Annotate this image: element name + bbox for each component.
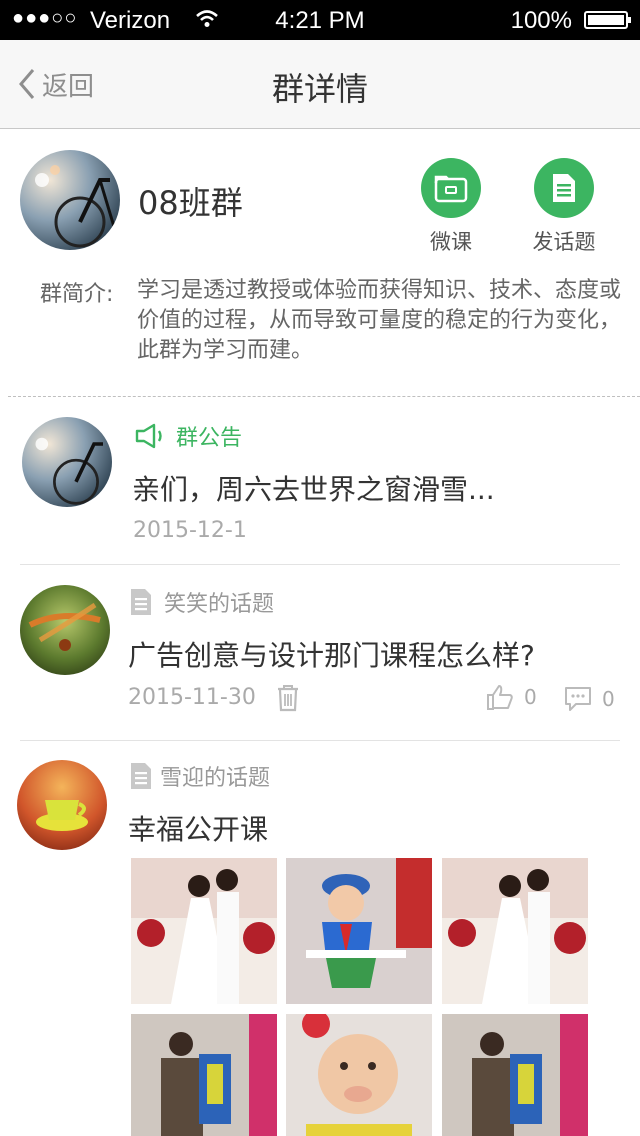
announcement-avatar bbox=[22, 417, 112, 507]
topic-tag: 雪迎的话题 bbox=[130, 760, 270, 792]
topic-date: 2015-11-30 bbox=[128, 685, 256, 710]
divider bbox=[8, 396, 640, 397]
micro-lesson-button[interactable]: 微课 bbox=[396, 158, 506, 256]
post-topic-label: 发话题 bbox=[532, 230, 596, 254]
divider bbox=[20, 564, 620, 565]
child-photo[interactable] bbox=[286, 858, 432, 1004]
baby-photo[interactable] bbox=[286, 1014, 432, 1136]
trash-icon[interactable] bbox=[276, 684, 300, 716]
topic-title[interactable]: 幸福公开课 bbox=[128, 808, 268, 848]
like-button[interactable]: 0 bbox=[486, 684, 537, 710]
micro-lesson-label: 微课 bbox=[430, 230, 472, 254]
document-icon bbox=[131, 589, 151, 615]
announcement-tag: 群公告 bbox=[134, 420, 242, 452]
store-photo[interactable] bbox=[131, 1014, 277, 1136]
page-title: 群详情 bbox=[271, 70, 368, 108]
battery-icon bbox=[584, 11, 631, 29]
announcement-label: 群公告 bbox=[176, 426, 243, 451]
wedding-photo[interactable] bbox=[442, 858, 588, 1004]
announcement-title[interactable]: 亲们，周六去世界之窗滑雪... bbox=[132, 468, 495, 508]
document-icon bbox=[131, 763, 151, 789]
topic-tag: 笑笑的话题 bbox=[130, 586, 274, 618]
topic-avatar bbox=[17, 760, 107, 850]
post-topic-button[interactable]: 发话题 bbox=[509, 158, 619, 256]
comment-icon bbox=[565, 687, 591, 711]
document-icon bbox=[534, 158, 594, 218]
topic-author-label: 笑笑的话题 bbox=[164, 592, 275, 617]
group-name: 08班群 bbox=[138, 184, 243, 222]
thumbs-up-icon bbox=[487, 685, 513, 710]
wedding-photo[interactable] bbox=[131, 858, 277, 1004]
topic-avatar bbox=[20, 585, 110, 675]
nav-bar: 返回 群详情 bbox=[0, 40, 640, 129]
topic-author-label: 雪迎的话题 bbox=[160, 766, 271, 791]
announcement-date: 2015-12-1 bbox=[133, 518, 247, 543]
topic-title[interactable]: 广告创意与设计那门课程怎么样? bbox=[128, 634, 535, 674]
status-bar: ●●●○○ Verizon 4:21 PM 100% bbox=[0, 0, 640, 40]
like-count: 0 bbox=[524, 685, 537, 709]
battery-percent: 100% bbox=[510, 7, 572, 34]
group-avatar bbox=[20, 150, 120, 250]
divider bbox=[20, 740, 620, 741]
comment-count: 0 bbox=[602, 687, 615, 711]
speaker-icon bbox=[135, 423, 162, 449]
comment-button[interactable]: 0 bbox=[564, 686, 615, 712]
intro-label: 群简介: bbox=[40, 282, 114, 307]
video-card-icon bbox=[421, 158, 481, 218]
store-photo[interactable] bbox=[442, 1014, 588, 1136]
intro-text: 学习是透过教授或体验而获得知识、技术、态度或价值的过程，从而导致可量度的稳定的行… bbox=[137, 278, 622, 363]
